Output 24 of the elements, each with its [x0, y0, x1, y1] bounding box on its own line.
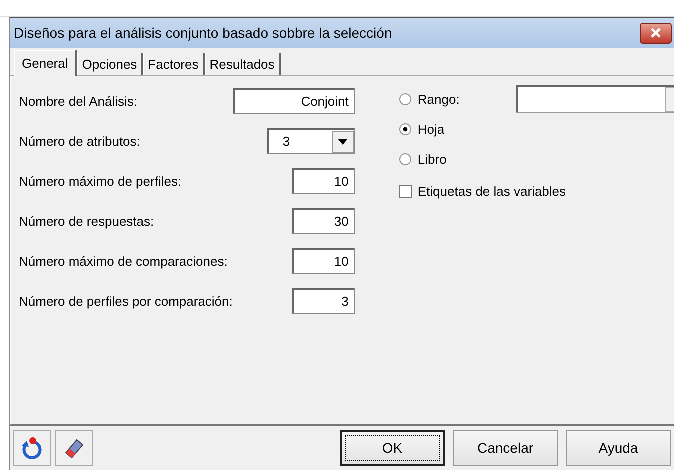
window-title: Diseños para el análisis conjunto basado sobbre la selección — [14, 25, 392, 41]
dialog-button[interactable]: Cancelar — [453, 430, 558, 466]
radio-label: Hoja — [418, 122, 445, 136]
field-label: Número máximo de perfiles: — [19, 174, 183, 188]
field-label: Número de respuestas: — [19, 214, 156, 228]
input-field[interactable]: 10 — [292, 168, 355, 194]
input-field[interactable]: 30 — [292, 208, 355, 234]
radio-label: Rango: — [418, 92, 460, 106]
input-field[interactable]: 10 — [292, 248, 355, 274]
dialog-button[interactable]: OK — [340, 430, 445, 466]
tab[interactable]: Opciones — [77, 53, 144, 75]
field-label: Número máximo de comparaciones: — [19, 254, 229, 268]
dropdown[interactable]: 3 — [266, 128, 355, 154]
tab[interactable]: Resultados — [204, 53, 281, 75]
input-field[interactable]: Conjoint — [232, 88, 355, 114]
field-label: Número de atributos: — [19, 134, 142, 148]
radio-label: Libro — [418, 152, 447, 166]
dialog-button[interactable]: Ayuda — [566, 430, 671, 466]
tab[interactable]: Factores — [143, 53, 205, 75]
checkbox-label: Etiquetas de las variables — [418, 184, 566, 198]
field-label: Número de perfiles por comparación: — [19, 294, 233, 308]
tab[interactable]: General — [14, 50, 78, 76]
input-field[interactable]: 3 — [292, 288, 355, 314]
field-label: Nombre del Análisis: — [19, 94, 138, 108]
